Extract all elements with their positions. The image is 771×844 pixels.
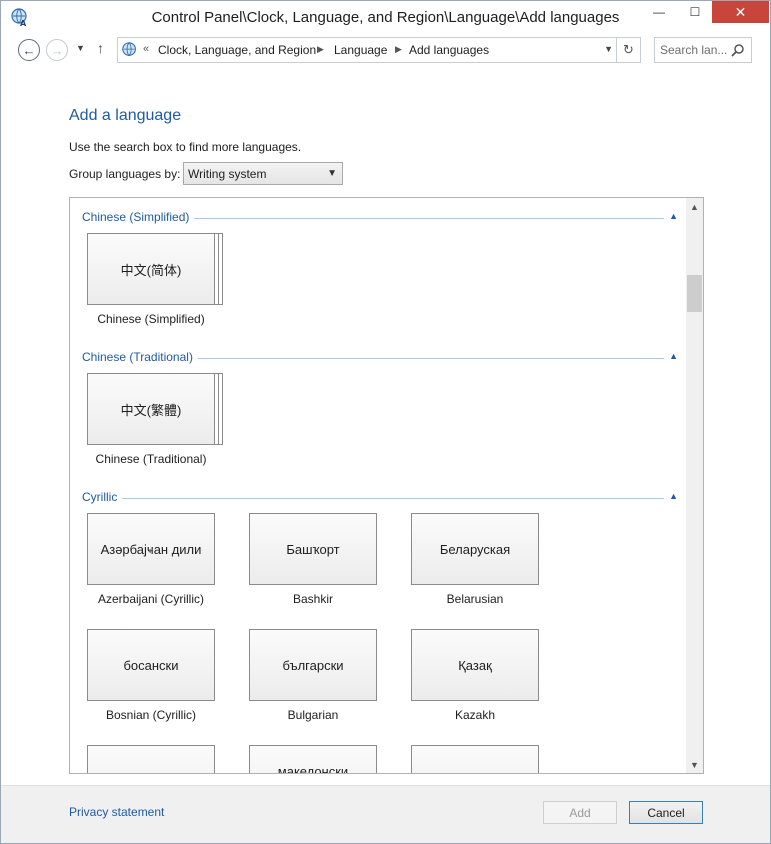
breadcrumb-separator-icon[interactable]: ▶ <box>317 44 324 55</box>
section-title: Chinese (Simplified) <box>82 210 195 224</box>
address-bar[interactable]: « Clock, Language, and Region ▶ Language… <box>117 37 641 63</box>
forward-arrow-icon: → <box>50 42 64 58</box>
language-tile-belarusian[interactable]: Беларуская <box>411 513 539 585</box>
section-title: Chinese (Traditional) <box>82 350 198 364</box>
language-tile-macedonian[interactable]: македонски <box>249 745 377 773</box>
collapse-chevron-icon[interactable]: ▲ <box>669 211 678 221</box>
section-header-chinese-traditional[interactable]: Chinese (Traditional) ▲ <box>82 350 678 366</box>
refresh-button[interactable]: ↻ <box>616 38 640 62</box>
language-tile-label: Azerbaijani (Cyrillic) <box>97 592 205 606</box>
language-tile-bulgarian[interactable]: български <box>249 629 377 701</box>
language-tile-label: Kazakh <box>454 708 496 722</box>
up-arrow-icon: ↑ <box>97 40 104 56</box>
scrollbar-thumb[interactable] <box>687 275 702 312</box>
language-tile-bosnian-cyrillic[interactable]: босански <box>87 629 215 701</box>
close-button[interactable]: ✕ <box>712 1 769 23</box>
language-tile[interactable] <box>411 745 539 773</box>
navigation-bar: ← → ▼ ↑ « Clock, Language, and Region ▶ … <box>1 37 770 63</box>
scroll-up-arrow-icon[interactable]: ▲ <box>686 198 703 215</box>
instructions-text: Use the search box to find more language… <box>69 140 302 154</box>
language-tile-chinese-traditional[interactable]: 中文(繁體) <box>87 373 215 445</box>
language-tile-label: Bosnian (Cyrillic) <box>105 708 197 722</box>
overflow-chevron[interactable]: « <box>143 43 149 55</box>
back-button[interactable]: ← <box>18 39 40 61</box>
privacy-statement-link[interactable]: Privacy statement <box>69 805 164 819</box>
breadcrumb-clock-language-region[interactable]: Clock, Language, and Region <box>158 43 316 57</box>
language-tile-chinese-simplified[interactable]: 中文(简体) <box>87 233 215 305</box>
up-button[interactable]: ↑ <box>97 40 104 56</box>
address-dropdown-chevron-icon[interactable]: ▼ <box>604 44 613 54</box>
add-languages-window: A Control Panel\Clock, Language, and Reg… <box>0 0 771 844</box>
language-list[interactable]: Chinese (Simplified) ▲ 中文(简体) Chinese (S… <box>69 197 704 774</box>
page-title: Add a language <box>69 107 182 124</box>
maximize-button[interactable]: ☐ <box>680 1 710 23</box>
group-by-label: Group languages by: <box>69 167 181 181</box>
language-location-icon <box>122 42 136 56</box>
language-tile[interactable] <box>87 745 215 773</box>
chevron-down-icon: ▼ <box>76 43 85 53</box>
search-box[interactable] <box>654 37 752 63</box>
language-tile-label: Chinese (Traditional) <box>95 452 207 466</box>
language-tile-label: Bulgarian <box>287 708 339 722</box>
language-tile-azerbaijani-cyrillic[interactable]: Азәрбајҹан дили <box>87 513 215 585</box>
group-by-value: Writing system <box>188 167 267 181</box>
group-by-select[interactable]: Writing system ▼ <box>183 162 343 185</box>
breadcrumb-add-languages[interactable]: Add languages <box>409 43 489 57</box>
recent-locations-dropdown[interactable]: ▼ <box>76 43 85 53</box>
title-bar: A Control Panel\Clock, Language, and Reg… <box>1 1 770 32</box>
cancel-button[interactable]: Cancel <box>629 801 703 824</box>
language-tile-bashkir[interactable]: Башҡорт <box>249 513 377 585</box>
search-icon <box>731 44 744 57</box>
section-divider <box>82 498 664 499</box>
breadcrumb-separator-icon[interactable]: ▶ <box>395 44 402 55</box>
back-arrow-icon: ← <box>22 42 36 58</box>
section-header-chinese-simplified[interactable]: Chinese (Simplified) ▲ <box>82 210 678 226</box>
chevron-down-icon: ▼ <box>327 168 337 179</box>
section-header-cyrillic[interactable]: Cyrillic ▲ <box>82 490 678 506</box>
collapse-chevron-icon[interactable]: ▲ <box>669 491 678 501</box>
minimize-button[interactable]: — <box>644 1 674 23</box>
vertical-scrollbar[interactable]: ▲ ▼ <box>686 198 703 773</box>
breadcrumb-language[interactable]: Language <box>334 43 387 57</box>
search-input[interactable] <box>660 43 730 57</box>
scroll-down-arrow-icon[interactable]: ▼ <box>686 756 703 773</box>
language-tile-label: Chinese (Simplified) <box>97 312 205 326</box>
footer-bar: Privacy statement Add Cancel <box>1 785 770 843</box>
refresh-icon: ↻ <box>623 42 634 57</box>
collapse-chevron-icon[interactable]: ▲ <box>669 351 678 361</box>
language-tile-label: Belarusian <box>446 592 504 606</box>
add-button[interactable]: Add <box>543 801 617 824</box>
language-tile-label: Bashkir <box>292 592 333 606</box>
language-tile-kazakh[interactable]: Қазақ <box>411 629 539 701</box>
section-title: Cyrillic <box>82 490 123 504</box>
forward-button[interactable]: → <box>46 39 68 61</box>
